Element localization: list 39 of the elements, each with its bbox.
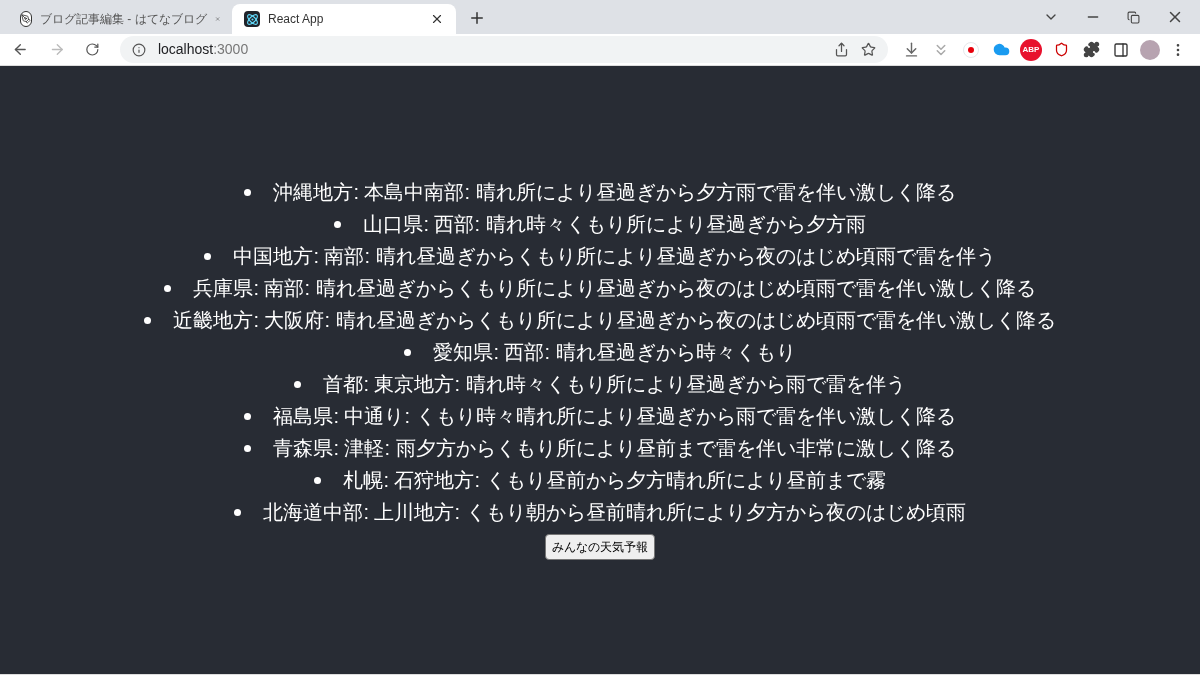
bullet-icon bbox=[244, 444, 252, 452]
bullet-icon bbox=[164, 284, 172, 292]
url-text: localhost:3000 bbox=[157, 40, 250, 59]
reload-icon[interactable] bbox=[85, 42, 100, 57]
bullet-icon bbox=[404, 348, 412, 356]
bookmark-icon[interactable] bbox=[861, 42, 876, 57]
bullet-icon bbox=[144, 316, 152, 324]
browser-tab[interactable]: React App bbox=[232, 4, 456, 34]
forecast-text: 青森県: 津軽: 雨夕方からくもり所により昼前まで雷を伴い非常に激しく降る bbox=[273, 436, 956, 461]
bullet-icon bbox=[294, 380, 302, 388]
tab-title: ブログ記事編集 - はてなブログ bbox=[40, 11, 207, 28]
share-icon[interactable] bbox=[834, 42, 849, 57]
bullet-icon bbox=[244, 412, 252, 420]
close-icon[interactable] bbox=[430, 12, 444, 26]
info-icon bbox=[131, 42, 146, 57]
new-tab-icon[interactable] bbox=[468, 9, 486, 27]
bullet-icon bbox=[314, 476, 322, 484]
forecast-text: 福島県: 中通り: くもり時々晴れ所により昼過ぎから雨で雷を伴い激しく降る bbox=[273, 404, 956, 429]
tab-title: React App bbox=[268, 11, 325, 28]
forecast-text: 沖縄地方: 本島中南部: 晴れ所により昼過ぎから夕方雨で雷を伴い激しく降る bbox=[273, 180, 956, 205]
forecast-text: 北海道中部: 上川地方: くもり朝から昼前晴れ所により夕方から夜のはじめ頃雨 bbox=[263, 500, 966, 525]
address-bar[interactable]: localhost:3000 bbox=[119, 36, 888, 63]
bullet-icon bbox=[244, 188, 252, 196]
forecast-text: 兵庫県: 南部: 晴れ昼過ぎからくもり所により昼過ぎから夜のはじめ頃雨で雷を伴い激しく降る bbox=[193, 276, 1036, 301]
forecast-text: 中国地方: 南部: 晴れ昼過ぎからくもり所により昼過ぎから夜のはじめ頃雨で雷を伴う bbox=[233, 244, 996, 269]
back-icon[interactable] bbox=[12, 41, 29, 58]
bullet-icon bbox=[234, 508, 242, 516]
forecast-text: 愛知県: 西部: 晴れ昼過ぎから時々くもり bbox=[433, 340, 796, 365]
forecast-text: 札幌: 石狩地方: くもり昼前から夕方晴れ所により昼前まで霧 bbox=[343, 468, 886, 493]
forecast-text: 近畿地方: 大阪府: 晴れ昼過ぎからくもり所により昼過ぎから夜のはじめ頃雨で雷を伴い激しく降る bbox=[173, 308, 1056, 333]
bullet-icon bbox=[204, 252, 212, 260]
restore-icon[interactable] bbox=[1127, 10, 1140, 24]
bullet-icon bbox=[334, 220, 342, 228]
forecast-button[interactable]: みんなの天気予報 bbox=[545, 534, 655, 560]
forecast-text: 首都: 東京地方: 晴れ時々くもり所により昼過ぎから雨で雷を伴う bbox=[323, 372, 906, 397]
forecast-text: 山口県: 西部: 晴れ時々くもり所により昼過ぎから夕方雨 bbox=[363, 212, 866, 237]
pen-icon bbox=[20, 11, 32, 27]
atom-icon bbox=[244, 11, 260, 27]
browser-tab[interactable]: ブログ記事編集 - はてなブログ bbox=[8, 4, 232, 34]
